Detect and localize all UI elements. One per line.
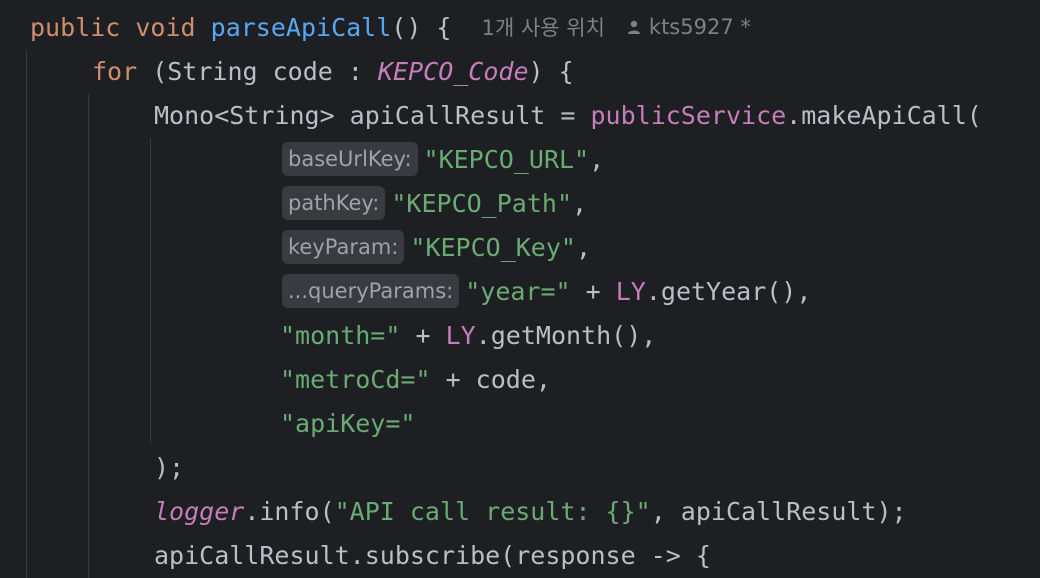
code-token: parseApiCall (210, 12, 392, 42)
code-line[interactable]: ...queryParams: "year=" + LY .getYear(), (0, 269, 1040, 313)
author-hint[interactable]: kts5927 * (605, 15, 751, 39)
code-line[interactable]: pathKey: "KEPCO_Path", (0, 181, 1040, 225)
code-line[interactable]: keyParam: "KEPCO_Key", (0, 225, 1040, 269)
code-token: + code, (430, 364, 551, 394)
code-line[interactable]: apiCallResult.subscribe(response -> { (0, 533, 1040, 577)
code-token: LY (615, 276, 646, 306)
code-line[interactable]: baseUrlKey: "KEPCO_URL", (0, 137, 1040, 181)
code-token: "year=" (465, 276, 571, 306)
person-icon (627, 20, 640, 34)
code-token: .getYear(), (645, 276, 812, 306)
code-token: + (400, 320, 446, 350)
code-token: .makeApiCall( (786, 100, 982, 130)
code-line[interactable]: "month=" + LY .getMonth(), (0, 313, 1040, 357)
code-token: , (589, 144, 605, 174)
parameter-inlay-hint: keyParam: (282, 230, 405, 264)
code-token: .getMonth(), (475, 320, 657, 350)
parameter-inlay-hint: ...queryParams: (282, 274, 460, 308)
code-token: (String code : (137, 56, 378, 86)
code-token: , (572, 188, 588, 218)
code-line[interactable]: public void parseApiCall() { 1개 사용 위치 kts… (0, 5, 1040, 49)
code-token: .info( (244, 496, 335, 526)
code-token: for (92, 56, 138, 86)
code-line[interactable]: for (String code : KEPCO_Code) { (0, 49, 1040, 93)
code-token: publicService (590, 100, 787, 130)
code-line[interactable]: logger .info("API call result: {}", apiCa… (0, 489, 1040, 533)
code-token: void (135, 12, 196, 42)
code-token: "KEPCO_Key" (410, 232, 576, 262)
code-token: LY (445, 320, 476, 350)
code-token: , (575, 232, 592, 262)
code-token: logger (154, 496, 245, 526)
code-token: Mono<String> apiCallResult = (154, 100, 591, 130)
usages-hint[interactable]: 1개 사용 위치 (482, 12, 605, 42)
parameter-inlay-hint: pathKey: (282, 186, 386, 220)
code-token: "API call result: {}" (334, 496, 651, 526)
code-token: () { (391, 12, 482, 42)
code-token: "metroCd=" (280, 364, 431, 394)
code-token: "KEPCO_URL" (423, 144, 590, 174)
code-line[interactable]: "apiKey=" (0, 401, 1040, 445)
code-line[interactable]: ); (0, 445, 1040, 489)
code-token: KEPCO_Code (377, 56, 529, 86)
code-token: , apiCallResult); (650, 496, 907, 526)
code-token: ); (154, 452, 185, 482)
code-token: "month=" (280, 320, 401, 350)
code-token: apiCallResult.subscribe(response -> { (154, 540, 711, 570)
code-line[interactable]: "metroCd=" + code, (0, 357, 1040, 401)
code-token: public (30, 12, 121, 42)
code-token: + (570, 276, 616, 306)
code-editor[interactable]: public void parseApiCall() { 1개 사용 위치 kts… (0, 0, 1040, 578)
code-token: "KEPCO_Path" (391, 188, 572, 218)
code-line[interactable]: Mono<String> apiCallResult = publicServi… (0, 93, 1040, 137)
code-token: "apiKey=" (280, 408, 416, 438)
author-name: kts5927 * (648, 15, 751, 39)
parameter-inlay-hint: baseUrlKey: (282, 142, 418, 176)
code-token: ) { (528, 56, 574, 86)
